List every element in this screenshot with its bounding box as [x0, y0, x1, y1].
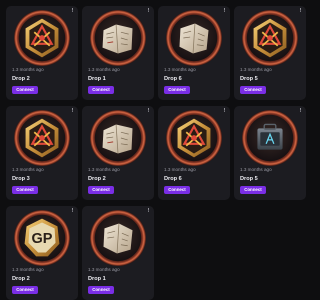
map-icon [89, 209, 147, 267]
connect-button[interactable]: Connect [88, 286, 114, 294]
map-icon [89, 9, 147, 67]
emblem-icon [13, 9, 71, 67]
drop-card[interactable]: ! 1.3 months ago Drop 6 Connect [158, 6, 230, 100]
drop-time: 1.3 months ago [12, 267, 44, 272]
drop-title: Drop 2 [12, 76, 30, 82]
drop-title: Drop 1 [88, 76, 106, 82]
case-icon [241, 109, 299, 167]
drop-title: Drop 6 [164, 176, 182, 182]
gp-coin-icon: GP [13, 209, 71, 267]
drop-time: 1.3 months ago [12, 167, 44, 172]
connect-button[interactable]: Connect [88, 86, 114, 94]
drops-grid: ! 1.3 months ago Drop 2 Connect ! 1.3 mo… [6, 6, 306, 300]
connect-button[interactable]: Connect [12, 286, 38, 294]
map-icon [89, 109, 147, 167]
info-icon[interactable]: ! [222, 108, 227, 114]
drop-card[interactable]: ! 1.3 months ago Drop 6 Connect [158, 106, 230, 200]
drop-card[interactable]: ! 1.3 months ago Drop 5 Connect [234, 106, 306, 200]
drop-title: Drop 1 [88, 276, 106, 282]
connect-button[interactable]: Connect [12, 86, 38, 94]
drop-time: 1.3 months ago [12, 67, 44, 72]
info-icon[interactable]: ! [298, 108, 303, 114]
map-icon [165, 9, 223, 67]
drop-title: Drop 6 [164, 76, 182, 82]
emblem-icon [241, 9, 299, 67]
drop-title: Drop 3 [12, 176, 30, 182]
gp-coin-label: GP [32, 231, 53, 247]
connect-button[interactable]: Connect [88, 186, 114, 194]
drop-card[interactable]: ! 1.3 months ago Drop 2 Connect [6, 6, 78, 100]
drop-time: 1.3 months ago [240, 167, 272, 172]
drop-time: 1.3 months ago [164, 67, 196, 72]
connect-button[interactable]: Connect [164, 186, 190, 194]
emblem-icon [13, 109, 71, 167]
drop-title: Drop 5 [240, 76, 258, 82]
info-icon[interactable]: ! [222, 8, 227, 14]
drop-title: Drop 2 [88, 176, 106, 182]
drop-time: 1.3 months ago [164, 167, 196, 172]
connect-button[interactable]: Connect [164, 86, 190, 94]
drop-card[interactable]: ! 1.3 months ago Drop 1 Connect [82, 206, 154, 300]
emblem-icon [165, 109, 223, 167]
info-icon[interactable]: ! [146, 108, 151, 114]
info-icon[interactable]: ! [70, 108, 75, 114]
info-icon[interactable]: ! [70, 8, 75, 14]
drop-card[interactable]: GP ! 1.3 months ago Drop 2 Connect [6, 206, 78, 300]
info-icon[interactable]: ! [70, 208, 75, 214]
connect-button[interactable]: Connect [240, 186, 266, 194]
info-icon[interactable]: ! [146, 208, 151, 214]
drop-time: 1.3 months ago [88, 267, 120, 272]
drop-card[interactable]: ! 1.3 months ago Drop 2 Connect [82, 106, 154, 200]
drop-time: 1.3 months ago [88, 167, 120, 172]
drop-title: Drop 2 [12, 276, 30, 282]
info-icon[interactable]: ! [146, 8, 151, 14]
drop-title: Drop 5 [240, 176, 258, 182]
drop-time: 1.3 months ago [240, 67, 272, 72]
connect-button[interactable]: Connect [240, 86, 266, 94]
drop-card[interactable]: ! 1.3 months ago Drop 3 Connect [6, 106, 78, 200]
drop-time: 1.3 months ago [88, 67, 120, 72]
drop-card[interactable]: ! 1.3 months ago Drop 5 Connect [234, 6, 306, 100]
connect-button[interactable]: Connect [12, 186, 38, 194]
info-icon[interactable]: ! [298, 8, 303, 14]
drop-card[interactable]: ! 1.3 months ago Drop 1 Connect [82, 6, 154, 100]
